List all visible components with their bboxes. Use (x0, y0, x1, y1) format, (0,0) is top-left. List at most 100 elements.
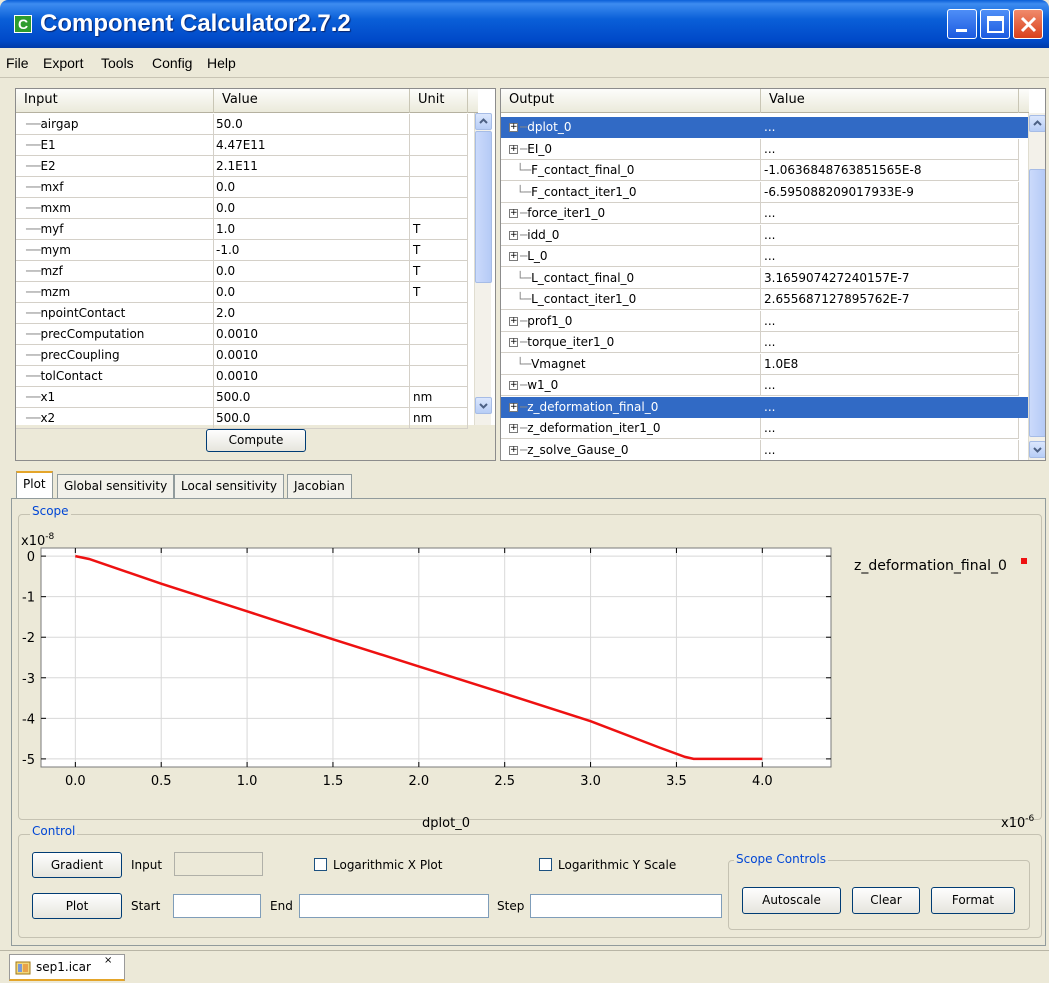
input-unit-cell[interactable] (410, 198, 468, 219)
table-row[interactable]: + ─force_iter1_0... (501, 203, 1028, 224)
file-tab-sep1[interactable]: sep1.icar × (9, 954, 125, 981)
table-row[interactable]: ──E2 2.1E11 (16, 156, 474, 177)
input-value-cell[interactable]: 0.0010 (214, 366, 410, 387)
close-button[interactable] (1013, 9, 1043, 39)
scroll-up-button[interactable] (475, 113, 492, 130)
table-row[interactable]: ──mzm 0.0 T (16, 282, 474, 303)
column-header-input[interactable]: Input (16, 89, 214, 113)
table-row[interactable]: ──tolContact 0.0010 (16, 366, 474, 387)
table-row[interactable]: ──precComputation 0.0010 (16, 324, 474, 345)
input-value-cell[interactable]: 0.0 (214, 177, 410, 198)
table-row[interactable]: ──mxf 0.0 (16, 177, 474, 198)
scroll-thumb[interactable] (1029, 169, 1045, 437)
format-button[interactable]: Format (931, 887, 1015, 914)
maximize-button[interactable] (980, 9, 1010, 39)
table-row[interactable]: + ─z_deformation_iter1_0... (501, 418, 1028, 439)
table-row[interactable]: ──mzf 0.0 T (16, 261, 474, 282)
menu-export[interactable]: Export (43, 55, 83, 71)
expand-icon[interactable]: + (509, 230, 518, 240)
scroll-down-button[interactable] (1029, 441, 1045, 458)
input-value-cell[interactable]: 2.1E11 (214, 156, 410, 177)
input-value-cell[interactable]: 0.0 (214, 198, 410, 219)
table-row[interactable]: ──precCoupling 0.0010 (16, 345, 474, 366)
plot-button[interactable]: Plot (32, 893, 122, 919)
input-value-cell[interactable]: 0.0010 (214, 324, 410, 345)
title-bar[interactable]: C Component Calculator2.7.2 (0, 0, 1049, 48)
input-unit-cell[interactable]: T (410, 261, 468, 282)
input-value-cell[interactable]: 0.0 (214, 282, 410, 303)
input-value-cell[interactable]: 500.0 (214, 408, 410, 429)
table-row[interactable]: ──x2 500.0 nm (16, 408, 474, 429)
input-unit-cell[interactable]: nm (410, 408, 468, 429)
menu-file[interactable]: File (6, 55, 29, 71)
menu-help[interactable]: Help (207, 55, 236, 71)
input-unit-cell[interactable]: nm (410, 387, 468, 408)
table-row[interactable]: + ─prof1_0... (501, 310, 1028, 332)
column-header-unit[interactable]: Unit (410, 89, 468, 113)
table-row[interactable]: + ─dplot_0... (501, 117, 1028, 138)
table-row[interactable]: └─L_contact_iter1_0 2.655687127895762E-7 (501, 289, 1028, 310)
scroll-thumb[interactable] (475, 131, 492, 283)
output-table-scrollbar[interactable] (1028, 113, 1045, 460)
input-value-cell[interactable]: 50.0 (214, 114, 410, 135)
table-row[interactable]: + ─w1_0... (501, 375, 1028, 396)
expand-icon[interactable]: + (509, 209, 518, 218)
table-row[interactable]: + ─z_deformation_final_0... (501, 396, 1028, 418)
input-value-cell[interactable]: 0.0 (214, 261, 410, 282)
column-header-output[interactable]: Output (501, 89, 761, 113)
gradient-button[interactable]: Gradient (32, 852, 122, 878)
table-row[interactable]: └─Vmagnet 1.0E8 (501, 353, 1028, 375)
scroll-down-button[interactable] (475, 397, 492, 414)
compute-button[interactable]: Compute (206, 429, 306, 452)
input-unit-cell[interactable] (410, 324, 468, 345)
table-row[interactable]: ──E1 4.47E11 (16, 135, 474, 156)
log-y-checkbox[interactable] (539, 858, 552, 871)
tab-jacobian[interactable]: Jacobian (287, 474, 352, 498)
input-unit-cell[interactable] (410, 366, 468, 387)
autoscale-button[interactable]: Autoscale (742, 887, 841, 914)
input-table-scrollbar[interactable] (474, 113, 492, 425)
input-unit-cell[interactable]: T (410, 240, 468, 261)
input-value-cell[interactable]: 2.0 (214, 303, 410, 324)
expand-icon[interactable]: + (509, 381, 518, 390)
table-row[interactable]: └─L_contact_final_0 3.165907427240157E-7 (501, 267, 1028, 289)
input-unit-cell[interactable] (410, 114, 468, 135)
table-row[interactable]: └─F_contact_iter1_0 -6.595088209017933E-9 (501, 181, 1028, 203)
table-row[interactable]: └─F_contact_final_0 -1.0636848763851565E-… (501, 160, 1028, 181)
expand-icon[interactable]: + (509, 316, 518, 326)
expand-icon[interactable]: + (509, 424, 518, 433)
expand-icon[interactable]: + (509, 252, 518, 261)
column-header-output-value[interactable]: Value (761, 89, 1019, 113)
table-row[interactable]: ──myf 1.0 T (16, 219, 474, 240)
table-row[interactable]: + ─idd_0... (501, 224, 1028, 246)
table-row[interactable]: + ─L_0... (501, 246, 1028, 267)
input-unit-cell[interactable]: T (410, 282, 468, 303)
file-tab-close-icon[interactable]: × (104, 955, 112, 966)
start-field[interactable] (173, 894, 261, 918)
input-unit-cell[interactable] (410, 156, 468, 177)
tab-global-sensitivity[interactable]: Global sensitivity (57, 474, 175, 498)
menu-tools[interactable]: Tools (101, 55, 134, 71)
table-row[interactable]: ──airgap 50.0 (16, 114, 474, 135)
tab-local-sensitivity[interactable]: Local sensitivity (174, 474, 285, 498)
table-row[interactable]: + ─torque_iter1_0... (501, 332, 1028, 353)
input-value-cell[interactable]: 1.0 (214, 219, 410, 240)
expand-icon[interactable]: + (509, 402, 518, 412)
table-row[interactable]: ──npointContact 2.0 (16, 303, 474, 324)
input-unit-cell[interactable]: T (410, 219, 468, 240)
gradient-input-field[interactable] (174, 852, 263, 876)
expand-icon[interactable]: + (509, 338, 518, 347)
input-unit-cell[interactable] (410, 345, 468, 366)
input-unit-cell[interactable] (410, 303, 468, 324)
step-field[interactable] (530, 894, 722, 918)
column-header-value[interactable]: Value (214, 89, 410, 113)
minimize-button[interactable] (947, 9, 977, 39)
table-row[interactable]: ──x1 500.0 nm (16, 387, 474, 408)
input-unit-cell[interactable] (410, 177, 468, 198)
clear-button[interactable]: Clear (852, 887, 920, 914)
tab-plot[interactable]: Plot (16, 471, 53, 499)
expand-icon[interactable]: + (509, 123, 518, 132)
scroll-up-button[interactable] (1029, 115, 1045, 132)
input-value-cell[interactable]: 4.47E11 (214, 135, 410, 156)
input-value-cell[interactable]: -1.0 (214, 240, 410, 261)
